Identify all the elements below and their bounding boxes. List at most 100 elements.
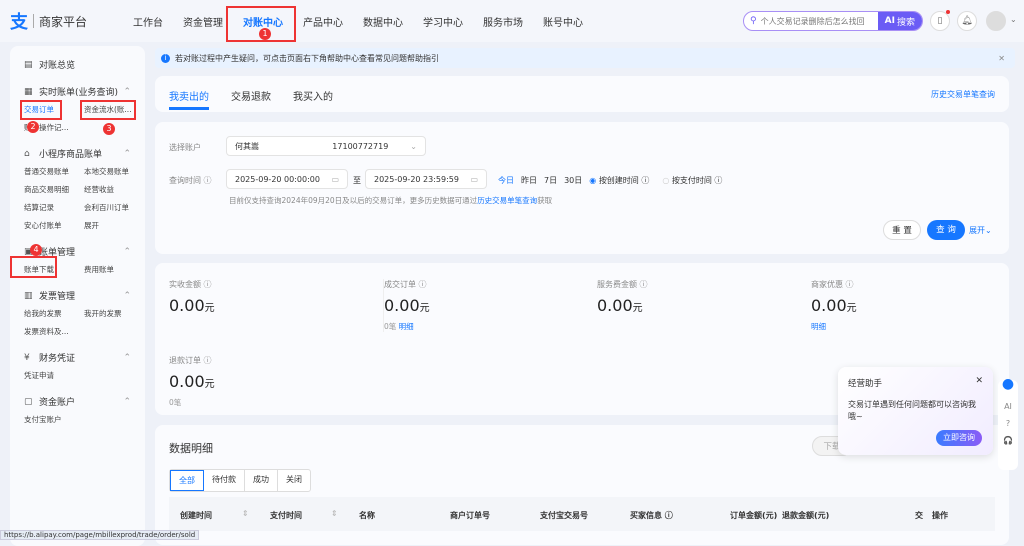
tab-refund[interactable]: 交易退款: [231, 88, 271, 103]
annotation-box-2: [20, 100, 62, 120]
calendar-icon: ▭: [470, 174, 478, 184]
nav-market[interactable]: 服务市场: [483, 14, 523, 29]
ai-button[interactable]: AI: [998, 402, 1018, 411]
quick-yesterday[interactable]: 昨日: [521, 175, 537, 186]
sidebar-expand[interactable]: 展开: [84, 220, 144, 231]
search-icon: ⚲: [750, 16, 757, 26]
stat-service-fee: 服务费金额 ⓘ 0.00元: [597, 280, 648, 315]
overview-icon: ▤: [24, 59, 33, 70]
invoice-icon: ▥: [24, 290, 33, 301]
tab-card: 我卖出的 交易退款 我买入的 历史交易单笔查询: [155, 76, 1009, 112]
tab-sold[interactable]: 我卖出的: [169, 88, 209, 110]
sidebar-item[interactable]: 会利百川订单: [84, 202, 144, 213]
close-icon[interactable]: ✕: [998, 54, 1005, 63]
section-title: 发票管理: [39, 292, 76, 302]
to-label: 至: [353, 176, 361, 185]
bell-icon[interactable]: 🔔︎: [957, 11, 977, 31]
robot-icon[interactable]: ●: [998, 376, 1018, 392]
filter-closed[interactable]: 关闭: [278, 470, 310, 491]
sidebar-item[interactable]: 结算记录: [24, 202, 84, 213]
account-select[interactable]: 何其嵩 17100772719 ⌄: [226, 136, 426, 156]
annotation-box-3: [80, 100, 136, 120]
col-buyer: 买家信息 ⓘ: [630, 511, 673, 520]
sidebar-item[interactable]: 支付宝账户: [24, 414, 84, 425]
col-actions: 操作: [932, 511, 948, 520]
quick-today[interactable]: 今日: [498, 175, 514, 186]
end-date-input[interactable]: 2025-09-20 23:59:59 ▭: [365, 169, 487, 189]
col-paid[interactable]: 支付时间: [270, 510, 302, 521]
filter-all[interactable]: 全部: [170, 470, 204, 491]
nav-workbench[interactable]: 工作台: [133, 14, 163, 29]
filter-pending[interactable]: 待付款: [204, 470, 245, 491]
info-icon: i: [161, 53, 170, 63]
nav-data[interactable]: 数据中心: [363, 14, 403, 29]
consult-button[interactable]: 立即咨询: [936, 430, 982, 446]
history-query-link[interactable]: 历史交易单笔查询: [931, 89, 995, 100]
logo[interactable]: 支商家平台: [10, 8, 87, 34]
voucher-icon: ¥: [24, 352, 30, 363]
chevron-up-icon[interactable]: ⌃: [123, 397, 131, 407]
sidebar-item[interactable]: 凭证申请: [24, 370, 84, 381]
nav-products[interactable]: 产品中心: [303, 14, 343, 29]
chevron-up-icon[interactable]: ⌃: [123, 149, 131, 159]
annotation-box-4: [10, 256, 57, 278]
sidebar-item[interactable]: 给我的发票: [24, 308, 84, 319]
chevron-up-icon[interactable]: ⌃: [123, 353, 131, 363]
section-title: 资金账户: [39, 398, 76, 408]
radio-created-time[interactable]: ◉ 按创建时间 ⓘ: [589, 175, 649, 186]
hint-text: 目前仅支持查询2024年09月20日及以后的交易订单，更多历史数据可通过历史交易…: [229, 196, 553, 205]
sidebar-item[interactable]: 普通交易账单: [24, 166, 84, 177]
hint-history-link[interactable]: 历史交易单笔查询: [477, 196, 537, 205]
stat-received: 实收金额 ⓘ 0.00元: [169, 280, 215, 315]
platform-title: 商家平台: [39, 14, 88, 29]
discount-detail-link[interactable]: 明细: [811, 322, 826, 331]
tab-bought[interactable]: 我买入的: [293, 88, 333, 103]
nav-account[interactable]: 账号中心: [543, 14, 583, 29]
help-icon[interactable]: ?: [998, 419, 1018, 428]
query-button[interactable]: 查 询: [927, 220, 965, 240]
top-bar: 支商家平台 工作台 资金管理 对账中心 产品中心 数据中心 学习中心 服务市场 …: [0, 0, 1024, 42]
filter-success[interactable]: 成功: [245, 470, 278, 491]
col-refund-amount: 退款金额(元): [782, 511, 830, 520]
sidebar-item[interactable]: 商品交易明细: [24, 184, 84, 195]
time-label: 查询时间 ⓘ: [169, 176, 212, 185]
radio-paid-time[interactable]: ○ 按支付时间 ⓘ: [662, 175, 722, 186]
headset-icon[interactable]: 🎧: [998, 436, 1018, 445]
reset-button[interactable]: 重 置: [883, 220, 921, 240]
expand-toggle[interactable]: 展开⌄: [969, 225, 992, 236]
col-created[interactable]: 创建时间: [180, 510, 212, 521]
assistant-popup: 经营助手 ✕ 交易订单遇到任何问题都可以咨询我哦~ 立即咨询: [838, 367, 993, 455]
annotation-badge-2: 2: [27, 121, 39, 133]
nav-learning[interactable]: 学习中心: [423, 14, 463, 29]
detail-title: 数据明细: [169, 442, 213, 455]
col-alipay-no: 支付宝交易号: [540, 511, 588, 520]
sidebar-item[interactable]: 本地交易账单: [84, 166, 144, 177]
sidebar-item[interactable]: 经营收益: [84, 184, 144, 195]
chevron-up-icon[interactable]: ⌃: [123, 247, 131, 257]
quick-30d[interactable]: 30日: [564, 175, 582, 186]
stat-discount: 商家优惠 ⓘ 0.00元 明细: [811, 280, 857, 331]
status-filter: 全部 待付款 成功 关闭: [169, 469, 311, 492]
col-trade: 交: [915, 511, 923, 520]
avatar[interactable]: [986, 11, 1006, 31]
sidebar-item[interactable]: 发票资料及...: [24, 326, 84, 337]
search-button[interactable]: AI 搜索: [877, 12, 922, 30]
mobile-icon[interactable]: ▯: [930, 11, 950, 31]
section-title: 小程序商品账单: [39, 150, 103, 160]
nav-funds[interactable]: 资金管理: [183, 14, 223, 29]
bag-icon: ⌂: [24, 148, 30, 159]
search-input[interactable]: [756, 16, 878, 26]
chevron-up-icon[interactable]: ⌃: [123, 87, 131, 97]
chevron-up-icon[interactable]: ⌃: [123, 291, 131, 301]
sidebar-item-fee-bill[interactable]: 费用账单: [84, 264, 144, 275]
sidebar-item[interactable]: 我开的发票: [84, 308, 144, 319]
sidebar-item[interactable]: 安心付账单: [24, 220, 84, 231]
orders-detail-link[interactable]: 明细: [399, 322, 414, 331]
quick-7d[interactable]: 7日: [544, 175, 557, 186]
start-date-input[interactable]: 2025-09-20 00:00:00 ▭: [226, 169, 348, 189]
chevron-down-icon[interactable]: ⌄: [1010, 15, 1017, 24]
section-title: 财务凭证: [39, 354, 76, 364]
close-icon[interactable]: ✕: [975, 376, 983, 386]
sidebar-overview[interactable]: ▤ 对账总览: [24, 58, 131, 72]
annotation-badge-4: 4: [30, 244, 42, 256]
